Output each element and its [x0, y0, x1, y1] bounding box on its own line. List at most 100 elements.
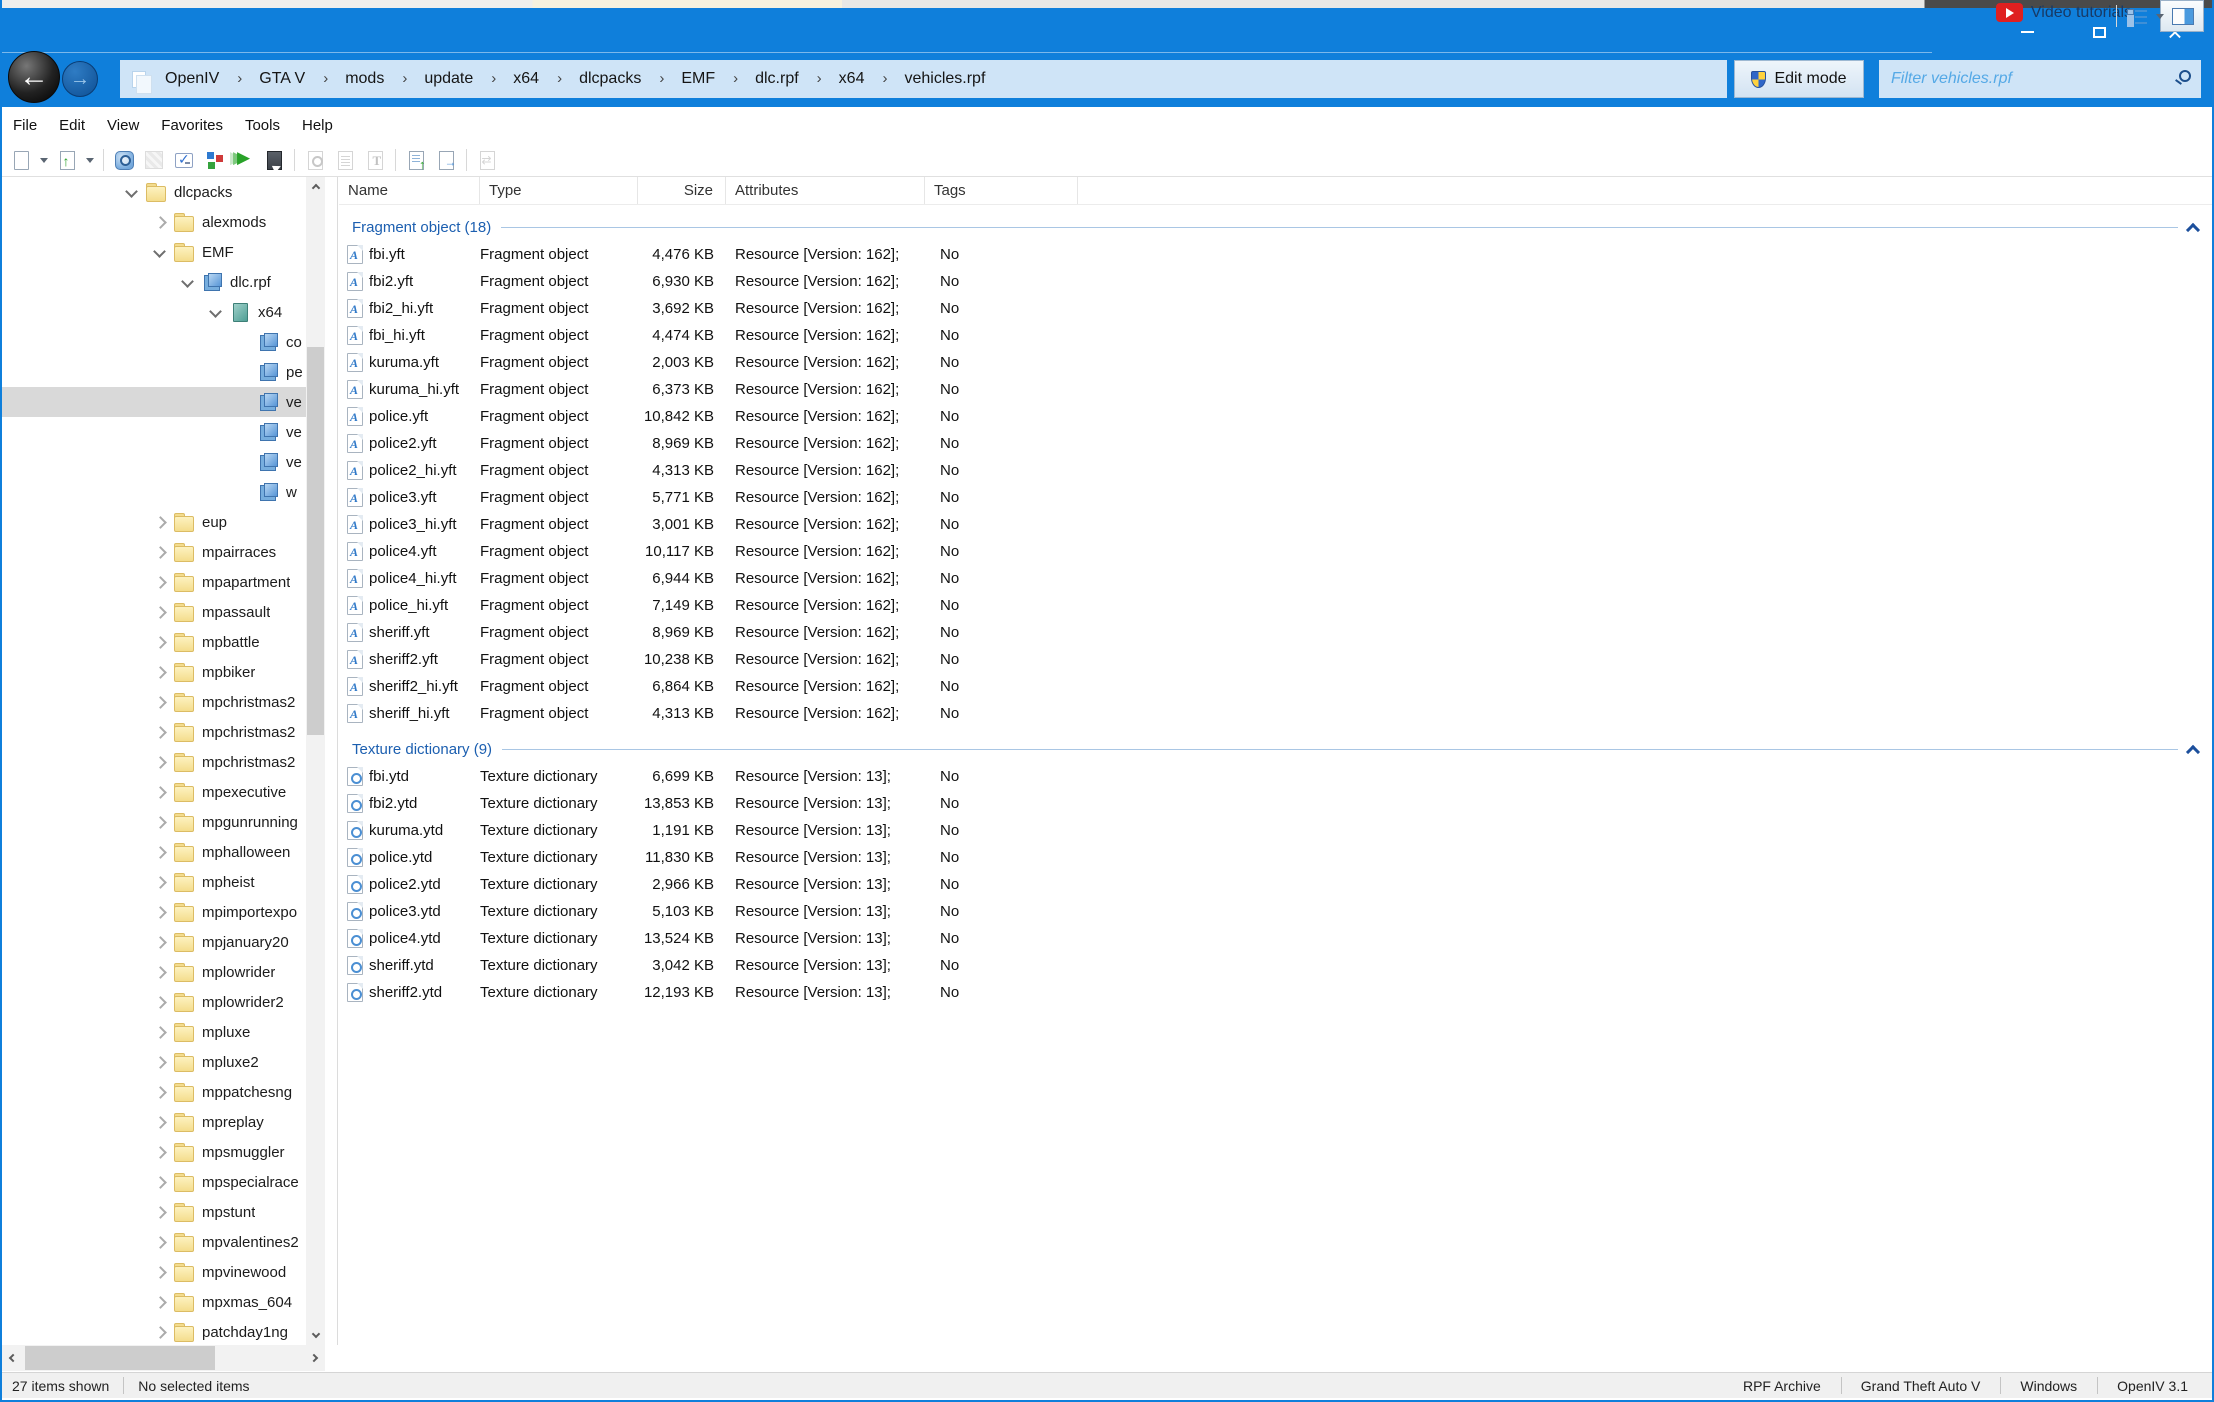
- tree-item[interactable]: mpchristmas2: [2, 717, 306, 747]
- toolbar-rebuild-button[interactable]: [139, 146, 169, 174]
- file-row[interactable]: police2.ytd Texture dictionary 2,966 KB …: [339, 871, 2212, 898]
- tree-vertical-scrollbar[interactable]: [306, 177, 325, 1345]
- column-header[interactable]: Name: [339, 177, 480, 204]
- tree-expander-icon[interactable]: [148, 962, 172, 982]
- tree-item[interactable]: co: [2, 327, 306, 357]
- tree-expander-icon[interactable]: [148, 542, 172, 562]
- file-row[interactable]: kuruma_hi.yft Fragment object 6,373 KB R…: [339, 376, 2212, 403]
- toolbar-separator[interactable]: [390, 146, 401, 174]
- tree-item[interactable]: dlcpacks: [2, 177, 306, 207]
- toolbar-run-button[interactable]: [229, 146, 259, 174]
- toolbar-new-file-button[interactable]: [6, 146, 36, 174]
- tree-expander-icon[interactable]: [148, 1292, 172, 1312]
- tree-item[interactable]: mpapartment: [2, 567, 306, 597]
- tree-expander-icon[interactable]: [148, 1202, 172, 1222]
- menu-item[interactable]: Help: [291, 117, 344, 134]
- breadcrumb-item[interactable]: GTA V: [228, 70, 314, 88]
- list-view-button[interactable]: [2122, 2, 2152, 30]
- toolbar-add-file-button[interactable]: [52, 146, 82, 174]
- tree-expander-icon[interactable]: [148, 692, 172, 712]
- file-row[interactable]: police4_hi.yft Fragment object 6,944 KB …: [339, 565, 2212, 592]
- tree-expander-icon[interactable]: [148, 932, 172, 952]
- column-header[interactable]: Type: [480, 177, 638, 204]
- file-row[interactable]: fbi.yft Fragment object 4,476 KB Resourc…: [339, 241, 2212, 268]
- breadcrumb-item[interactable]: mods: [314, 70, 393, 88]
- tree-item[interactable]: mpspecialrace: [2, 1167, 306, 1197]
- breadcrumb-item[interactable]: vehicles.rpf: [873, 70, 994, 88]
- file-row[interactable]: fbi_hi.yft Fragment object 4,474 KB Reso…: [339, 322, 2212, 349]
- menu-item[interactable]: File: [2, 117, 48, 134]
- toolbar-separator[interactable]: [461, 146, 472, 174]
- file-row[interactable]: sheriff.ytd Texture dictionary 3,042 KB …: [339, 952, 2212, 979]
- tree-item[interactable]: x64: [2, 297, 306, 327]
- tree-item[interactable]: ve: [2, 387, 306, 417]
- tree-item[interactable]: mpheist: [2, 867, 306, 897]
- tree-item[interactable]: mplowrider2: [2, 987, 306, 1017]
- tree-item[interactable]: mpimportexpo: [2, 897, 306, 927]
- tree-expander-icon[interactable]: [232, 332, 256, 352]
- toolbar-new-file-dropdown[interactable]: [36, 146, 52, 174]
- tree-item[interactable]: pe: [2, 357, 306, 387]
- tree-item[interactable]: mpchristmas2: [2, 747, 306, 777]
- forward-button[interactable]: →: [62, 61, 98, 97]
- tree-expander-icon[interactable]: [148, 782, 172, 802]
- scroll-up-arrow[interactable]: [306, 177, 325, 196]
- toolbar-verify-button[interactable]: [169, 146, 199, 174]
- tree-item[interactable]: mpassault: [2, 597, 306, 627]
- breadcrumb-item[interactable]: update: [393, 70, 482, 88]
- tree-expander-icon[interactable]: [148, 722, 172, 742]
- tree-item[interactable]: mpluxe: [2, 1017, 306, 1047]
- file-row[interactable]: sheriff2.ytd Texture dictionary 12,193 K…: [339, 979, 2212, 1006]
- tree-expander-icon[interactable]: [148, 1262, 172, 1282]
- tree-expander-icon[interactable]: [148, 1322, 172, 1342]
- breadcrumb-item[interactable]: OpenIV: [156, 70, 228, 88]
- tree-expander-icon[interactable]: [232, 362, 256, 382]
- file-row[interactable]: fbi.ytd Texture dictionary 6,699 KB Reso…: [339, 763, 2212, 790]
- column-header[interactable]: [1078, 177, 2212, 204]
- tree-item[interactable]: mpgunrunning: [2, 807, 306, 837]
- tree-item[interactable]: mplowrider: [2, 957, 306, 987]
- tree-expander-icon[interactable]: [148, 872, 172, 892]
- toolbar-extract-button[interactable]: [259, 146, 289, 174]
- tree-expander-icon[interactable]: [120, 182, 144, 202]
- tree-expander-icon[interactable]: [148, 902, 172, 922]
- breadcrumb-item[interactable]: dlcpacks: [548, 70, 650, 88]
- file-row[interactable]: fbi2.yft Fragment object 6,930 KB Resour…: [339, 268, 2212, 295]
- tree-expander-icon[interactable]: [148, 512, 172, 532]
- horizontal-scrollbar-thumb[interactable]: [25, 1346, 215, 1370]
- tree-item[interactable]: mpstunt: [2, 1197, 306, 1227]
- file-row[interactable]: sheriff2_hi.yft Fragment object 6,864 KB…: [339, 673, 2212, 700]
- vertical-scrollbar-thumb[interactable]: [307, 347, 324, 735]
- tree-item[interactable]: mppatchesng: [2, 1077, 306, 1107]
- tree-expander-icon[interactable]: [148, 602, 172, 622]
- column-header[interactable]: Tags: [925, 177, 1078, 204]
- tree-item[interactable]: mpvinewood: [2, 1257, 306, 1287]
- tree-item[interactable]: dlc.rpf: [2, 267, 306, 297]
- toolbar-export-button[interactable]: [401, 146, 431, 174]
- toolbar-view-text-button[interactable]: [330, 146, 360, 174]
- tree-expander-icon[interactable]: [148, 812, 172, 832]
- tree-item[interactable]: ve: [2, 447, 306, 477]
- breadcrumb-item[interactable]: dlc.rpf: [724, 70, 808, 88]
- file-row[interactable]: police.ytd Texture dictionary 11,830 KB …: [339, 844, 2212, 871]
- tree-horizontal-scrollbar[interactable]: [2, 1345, 325, 1371]
- tree-item[interactable]: mpbiker: [2, 657, 306, 687]
- tree-expander-icon[interactable]: [232, 392, 256, 412]
- tree-item[interactable]: mpjanuary20: [2, 927, 306, 957]
- tree-expander-icon[interactable]: [204, 302, 228, 322]
- tree-item[interactable]: eup: [2, 507, 306, 537]
- tree-item[interactable]: EMF: [2, 237, 306, 267]
- tree-expander-icon[interactable]: [148, 632, 172, 652]
- tree-expander-icon[interactable]: [148, 1142, 172, 1162]
- column-header[interactable]: Size: [638, 177, 726, 204]
- tree-expander-icon[interactable]: [148, 1022, 172, 1042]
- file-row[interactable]: fbi2.ytd Texture dictionary 13,853 KB Re…: [339, 790, 2212, 817]
- tree-expander-icon[interactable]: [148, 992, 172, 1012]
- breadcrumb-item[interactable]: x64: [808, 70, 874, 88]
- columns-view-button[interactable]: [2168, 2, 2198, 30]
- list-view-dropdown[interactable]: [2152, 2, 2168, 30]
- tree-item[interactable]: mpsmuggler: [2, 1137, 306, 1167]
- tree-item[interactable]: mphalloween: [2, 837, 306, 867]
- tree-expander-icon[interactable]: [148, 242, 172, 262]
- tree-expander-icon[interactable]: [148, 1052, 172, 1072]
